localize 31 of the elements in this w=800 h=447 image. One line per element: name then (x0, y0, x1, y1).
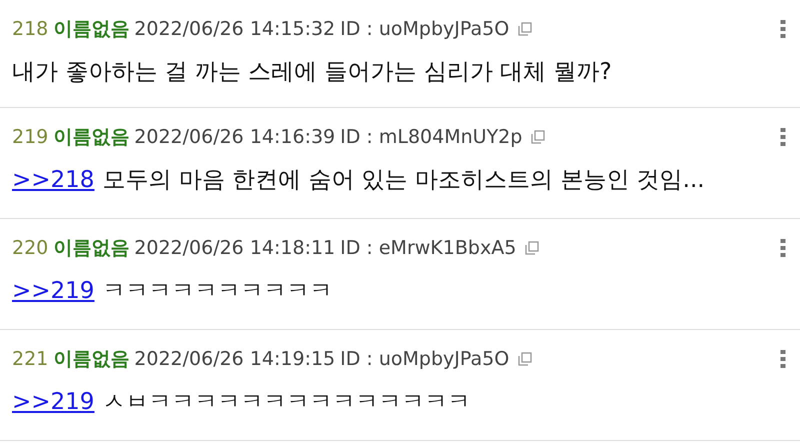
post-datetime: 2022/06/26 14:15:32 (134, 18, 336, 40)
author-name: 이름없음 (53, 125, 130, 150)
reply-link[interactable]: >>219 (12, 389, 94, 415)
copy-icon[interactable] (531, 130, 546, 144)
copy-icon[interactable] (518, 352, 532, 366)
post-number: 220 (12, 237, 48, 259)
reply-link[interactable]: >>219 (12, 278, 94, 304)
user-id: ID : mL804MnUY2p (340, 126, 522, 148)
post-text: >>218 모두의 마음 한켠에 숨어 있는 마조히스트의 본능인 것임... (12, 166, 706, 195)
author-name: 이름없음 (53, 236, 130, 261)
copy-icon[interactable] (525, 241, 540, 255)
copy-icon[interactable] (518, 22, 532, 36)
post-datetime: 2022/06/26 14:16:39 (134, 126, 336, 148)
post-text: >>219 ㅅㅂㅋㅋㅋㅋㅋㅋㅋㅋㅋㅋㅋㅋㅋㅋ (12, 388, 472, 417)
more-icon[interactable] (780, 127, 786, 147)
post-text: 내가 좋아하는 걸 까는 스레에 들어가는 심리가 대체 뭘까? (12, 58, 613, 87)
post-text: >>219 ㅋㅋㅋㅋㅋㅋㅋㅋㅋㅋ (12, 277, 334, 306)
more-icon[interactable] (780, 238, 786, 258)
author-name: 이름없음 (53, 347, 130, 372)
author-name: 이름없음 (53, 17, 130, 42)
reply-link[interactable]: >>218 (12, 167, 94, 193)
post-number: 221 (12, 348, 48, 370)
more-icon[interactable] (780, 19, 786, 39)
post-datetime: 2022/06/26 14:18:11 (134, 237, 336, 259)
more-icon[interactable] (780, 349, 786, 369)
user-id: ID : uoMpbyJPa5O (340, 18, 510, 40)
post-datetime: 2022/06/26 14:19:15 (134, 348, 336, 370)
user-id: ID : eMrwK1BbxA5 (340, 237, 516, 259)
user-id: ID : uoMpbyJPa5O (340, 348, 510, 370)
post-number: 219 (12, 126, 48, 148)
post-number: 218 (12, 18, 48, 40)
